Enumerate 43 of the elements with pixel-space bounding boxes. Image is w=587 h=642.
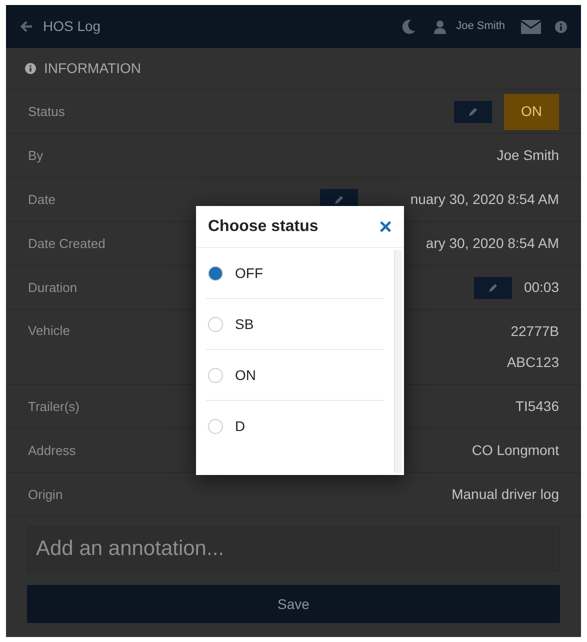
close-button[interactable]: × bbox=[379, 216, 392, 238]
field-value: nuary 30, 2020 8:54 AM bbox=[410, 190, 559, 209]
field-value: TI5436 bbox=[515, 397, 559, 416]
radio-button[interactable] bbox=[208, 419, 223, 434]
user-icon[interactable] bbox=[434, 20, 446, 34]
dialog-title: Choose status bbox=[208, 216, 318, 236]
field-value: 22777B bbox=[510, 322, 559, 341]
field-label: By bbox=[28, 146, 44, 165]
status-option[interactable]: SB bbox=[206, 299, 384, 350]
radio-button[interactable] bbox=[208, 368, 223, 382]
moon-icon[interactable] bbox=[402, 19, 416, 34]
radio-button[interactable] bbox=[208, 316, 223, 332]
pencil-icon bbox=[486, 282, 499, 294]
back-arrow-icon[interactable] bbox=[20, 20, 33, 33]
info-icon[interactable] bbox=[555, 20, 567, 34]
field-label: Duration bbox=[28, 278, 78, 297]
status-option[interactable]: ON bbox=[206, 350, 384, 401]
scrollbar[interactable] bbox=[394, 250, 402, 473]
status-option[interactable]: D bbox=[206, 401, 384, 452]
status-option[interactable]: OFF bbox=[206, 248, 384, 299]
radio-button[interactable] bbox=[208, 266, 223, 280]
annotation-field[interactable]: Add an annotation... bbox=[27, 526, 560, 572]
page-title: HOS Log bbox=[43, 17, 101, 36]
field-label: Trailer(s) bbox=[28, 398, 80, 416]
field-value: ary 30, 2020 8:54 AM bbox=[426, 234, 559, 253]
pencil-icon bbox=[467, 106, 479, 118]
field-value: Manual driver log bbox=[452, 485, 559, 504]
field-label: Origin bbox=[28, 486, 63, 504]
field-value: CO Longmont bbox=[472, 441, 559, 460]
user-name[interactable]: Joe Smith bbox=[456, 18, 505, 35]
field-label: Vehicle bbox=[28, 322, 70, 340]
mail-icon[interactable] bbox=[521, 20, 541, 34]
section-title: INFORMATION bbox=[44, 59, 141, 78]
save-button[interactable]: Save bbox=[27, 585, 560, 623]
info-icon bbox=[25, 63, 36, 74]
field-label: Address bbox=[28, 442, 76, 460]
field-value: 00:03 bbox=[524, 278, 559, 297]
field-label: Date bbox=[28, 190, 56, 209]
field-label: Date Created bbox=[28, 234, 106, 253]
field-value: Joe Smith bbox=[496, 146, 559, 165]
field-value: ABC123 bbox=[506, 353, 559, 372]
field-label: Status bbox=[28, 102, 65, 121]
status-badge[interactable]: ON bbox=[504, 94, 559, 130]
